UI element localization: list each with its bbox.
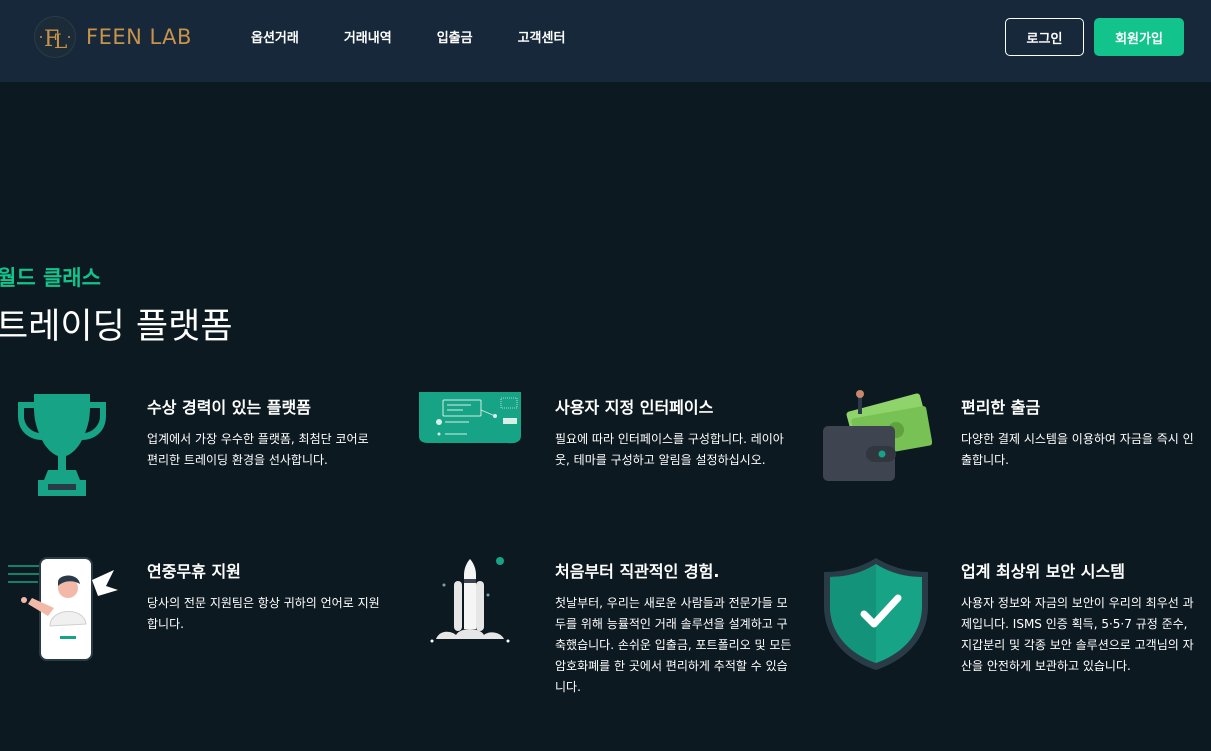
feature-title: 업계 최상위 보안 시스템	[961, 562, 1125, 581]
feature-description: 필요에 따라 인터페이스를 구성합니다. 레이아웃, 테마를 구성하고 알림을 …	[555, 432, 784, 467]
support-phone-icon	[8, 556, 124, 666]
feature-title: 사용자 지정 인터페이스	[555, 398, 714, 417]
feature-description: 업계에서 가장 우수한 플랫폼, 최첨단 코어로 편리한 트레이딩 환경을 선사…	[147, 432, 369, 467]
section-title: 트레이딩 플랫폼	[0, 307, 233, 347]
interface-panel-icon	[415, 392, 525, 450]
shield-check-icon	[822, 556, 930, 676]
login-button[interactable]: 로그인	[1005, 18, 1084, 56]
rocket-icon	[430, 555, 510, 655]
top-header: F L FEEN LAB 옵션거래 거래내역 입출금 고객센터 로그인 회원가입	[0, 0, 1211, 82]
nav-item-trade-history[interactable]: 거래내역	[344, 27, 392, 46]
nav-item-options-trading[interactable]: 옵션거래	[251, 27, 299, 46]
feature-description: 당사의 전문 지원팀은 항상 귀하의 언어로 지원합니다.	[147, 596, 380, 631]
signup-button[interactable]: 회원가입	[1094, 18, 1184, 56]
feature-title: 수상 경력이 있는 플랫폼	[147, 398, 311, 417]
section-kicker: 월드 클래스	[0, 266, 101, 290]
main-nav: 옵션거래 거래내역 입출금 고객센터	[251, 27, 610, 46]
feature-description: 사용자 정보와 자금의 보안이 우리의 최우선 과제입니다. ISMS 인증 획…	[961, 596, 1194, 673]
trophy-icon	[14, 392, 110, 502]
feature-title: 연중무휴 지원	[147, 562, 241, 581]
feature-title: 처음부터 직관적인 경험.	[555, 562, 720, 581]
feature-title: 편리한 출금	[961, 398, 1041, 417]
logo-text: FEEN LAB	[86, 25, 192, 49]
nav-item-deposit-withdraw[interactable]: 입출금	[437, 27, 473, 46]
logo[interactable]: F L FEEN LAB	[34, 14, 192, 60]
logo-monogram-icon: F L	[34, 16, 76, 58]
svg-text:L: L	[54, 29, 67, 53]
wallet-icon	[820, 388, 933, 488]
feature-description: 다양한 결제 시스템을 이용하여 자금을 즉시 인출합니다.	[961, 432, 1194, 467]
feature-description: 첫날부터, 우리는 새로운 사람들과 전문가들 모두를 위해 능률적인 거래 솔…	[555, 596, 792, 694]
nav-item-customer-center[interactable]: 고객센터	[518, 27, 566, 46]
